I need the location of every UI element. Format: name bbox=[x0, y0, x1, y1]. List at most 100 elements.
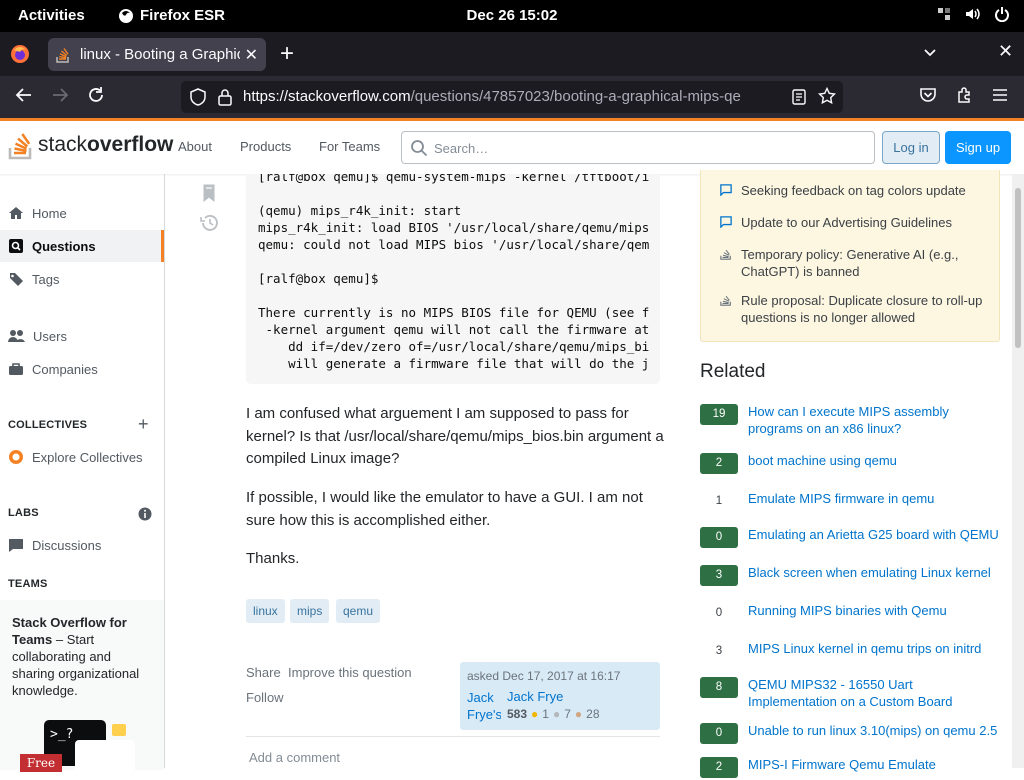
menu-icon[interactable] bbox=[990, 85, 1010, 105]
meta-item[interactable]: Rule proposal: Duplicate closure to roll… bbox=[719, 292, 989, 326]
tag-qemu[interactable]: qemu bbox=[336, 599, 381, 623]
info-icon[interactable] bbox=[138, 507, 152, 521]
forward-icon[interactable] bbox=[50, 85, 70, 105]
related-question-link[interactable]: MIPS-I Firmware Qemu Emulate bbox=[748, 756, 1000, 773]
power-icon bbox=[995, 7, 1009, 22]
tab-bar: linux - Booting a Graphical ✕ + ✕ bbox=[0, 32, 1024, 76]
question-body: [ralf@box qemu]$ qemu-system-mips -kerne… bbox=[166, 174, 686, 768]
related-question-link[interactable]: Unable to run linux 3.10(mips) on qemu 2… bbox=[748, 722, 1000, 739]
related-score: 0 bbox=[715, 607, 723, 619]
user-avatar[interactable]: Jack Frye's bbox=[467, 689, 501, 723]
user-reputation: 583 ● 1 ● 7 ● 28 bbox=[507, 707, 600, 721]
url-bar[interactable]: https://stackoverflow.com/questions/4785… bbox=[181, 81, 843, 113]
sidebar-item-discussions[interactable]: Discussions bbox=[0, 529, 164, 561]
collectives-heading: COLLECTIVES bbox=[8, 419, 88, 431]
meta-item[interactable]: Temporary policy: Generative AI (e.g., C… bbox=[719, 246, 989, 280]
improve-question-link[interactable]: Improve this question bbox=[288, 665, 412, 680]
follow-link[interactable]: Follow bbox=[246, 690, 284, 705]
labs-heading: LABS bbox=[8, 507, 39, 519]
related-question-link[interactable]: QEMU MIPS32 - 16550 Uart Implementation … bbox=[748, 676, 1000, 710]
url-text[interactable]: https://stackoverflow.com/questions/4785… bbox=[243, 88, 787, 105]
reader-view-icon[interactable] bbox=[791, 89, 807, 105]
nav-for-teams[interactable]: For Teams bbox=[319, 139, 380, 154]
scrollbar-thumb[interactable] bbox=[1015, 188, 1021, 348]
bronze-badge-count: 28 bbox=[586, 707, 600, 721]
search-icon bbox=[411, 140, 428, 157]
nav-about[interactable]: About bbox=[178, 139, 212, 154]
reload-icon[interactable] bbox=[86, 85, 106, 105]
silver-badge-count: 7 bbox=[564, 707, 571, 721]
page-scrollbar[interactable] bbox=[1012, 174, 1024, 768]
question-paragraph-2: If possible, I would like the emulator t… bbox=[246, 489, 643, 529]
users-icon bbox=[8, 330, 25, 342]
system-tray[interactable] bbox=[936, 6, 1010, 22]
related-heading: Related bbox=[700, 361, 766, 382]
related-score: 3 bbox=[700, 565, 738, 586]
related-question-link[interactable]: Emulating an Arietta G25 board with QEMU bbox=[748, 526, 1000, 543]
bookmark-star-icon[interactable] bbox=[818, 87, 836, 105]
window-close-icon[interactable]: ✕ bbox=[998, 41, 1013, 62]
briefcase-icon bbox=[9, 363, 23, 375]
app-name: Firefox ESR bbox=[140, 7, 226, 24]
discussions-icon bbox=[9, 539, 23, 552]
meta-item[interactable]: Seeking feedback on tag colors update bbox=[719, 182, 989, 199]
shield-icon[interactable] bbox=[189, 88, 207, 106]
related-score: 19 bbox=[700, 404, 738, 425]
nav-products[interactable]: Products bbox=[240, 139, 291, 154]
tab-close-icon[interactable]: ✕ bbox=[245, 45, 258, 65]
list-all-tabs-icon[interactable] bbox=[922, 44, 938, 60]
network-icon bbox=[938, 8, 950, 20]
related-question-link[interactable]: Emulate MIPS firmware in qemu bbox=[748, 490, 1000, 507]
share-link[interactable]: Share bbox=[246, 665, 281, 680]
free-badge: Free bbox=[20, 754, 62, 772]
site-header: stackoverflow About Products For Teams S… bbox=[0, 118, 1024, 174]
stackoverflow-favicon bbox=[56, 47, 69, 63]
add-comment-link[interactable]: Add a comment bbox=[249, 750, 340, 765]
user-name-link[interactable]: Jack Frye bbox=[507, 689, 563, 704]
activities-button[interactable]: Activities bbox=[18, 7, 85, 24]
firefox-app-icon bbox=[119, 8, 133, 23]
featured-on-meta: Seeking feedback on tag colors update Up… bbox=[700, 170, 1000, 342]
stack-logo-icon bbox=[720, 295, 731, 306]
firefox-view-icon[interactable] bbox=[10, 44, 30, 64]
tab-title: linux - Booting a Graphical bbox=[80, 46, 240, 63]
related-question-link[interactable]: boot machine using qemu bbox=[748, 452, 1000, 469]
sidebar-item-explore-collectives[interactable]: Explore Collectives bbox=[0, 441, 164, 473]
add-collective-icon[interactable]: + bbox=[138, 414, 149, 435]
back-icon[interactable] bbox=[14, 85, 34, 105]
sidebar-item-questions[interactable]: Questions bbox=[0, 230, 164, 262]
app-menu[interactable]: Firefox ESR bbox=[118, 7, 225, 24]
sign-up-button[interactable]: Sign up bbox=[945, 131, 1011, 164]
bookmark-icon[interactable] bbox=[202, 184, 216, 202]
stackoverflow-logo[interactable]: stackoverflow bbox=[8, 130, 173, 160]
sidebar-item-companies[interactable]: Companies bbox=[0, 353, 164, 385]
related-question-link[interactable]: How can I execute MIPS assembly programs… bbox=[748, 403, 1000, 437]
history-icon[interactable] bbox=[200, 214, 219, 232]
lock-icon[interactable] bbox=[217, 88, 233, 106]
tag-mips[interactable]: mips bbox=[290, 599, 330, 623]
teams-promo-card bbox=[75, 740, 135, 780]
extensions-icon[interactable] bbox=[955, 85, 975, 105]
left-sidebar: Home Questions Tags Users Companies COLL… bbox=[0, 174, 165, 780]
teams-promo-text: Stack Overflow for Teams – Start collabo… bbox=[12, 615, 140, 698]
meta-item[interactable]: Update to our Advertising Guidelines bbox=[719, 214, 989, 231]
volume-icon bbox=[966, 8, 980, 20]
related-question-link[interactable]: MIPS Linux kernel in qemu trips on initr… bbox=[748, 640, 1000, 657]
code-block: [ralf@box qemu]$ qemu-system-mips -kerne… bbox=[246, 174, 660, 384]
search-input[interactable]: Search… bbox=[401, 131, 875, 164]
sidebar-item-tags[interactable]: Tags bbox=[0, 263, 164, 295]
tag-linux[interactable]: linux bbox=[246, 599, 285, 623]
sidebar-item-home[interactable]: Home bbox=[0, 197, 164, 229]
tab-active[interactable]: linux - Booting a Graphical ✕ bbox=[48, 38, 266, 71]
related-score: 8 bbox=[700, 677, 738, 698]
related-question-link[interactable]: Black screen when emulating Linux kernel bbox=[748, 564, 1000, 581]
teams-heading: TEAMS bbox=[8, 578, 48, 590]
sidebar-item-users[interactable]: Users bbox=[0, 320, 164, 352]
related-question-link[interactable]: Running MIPS binaries with Qemu bbox=[748, 602, 1000, 619]
log-in-button[interactable]: Log in bbox=[882, 131, 940, 164]
question-paragraph-1: I am confused what arguement I am suppos… bbox=[246, 405, 664, 467]
new-tab-button[interactable]: + bbox=[280, 40, 294, 68]
pocket-icon[interactable] bbox=[918, 85, 938, 105]
chat-bubble-icon bbox=[112, 724, 126, 736]
gnome-top-bar: Activities Firefox ESR Dec 26 15:02 bbox=[0, 0, 1024, 32]
